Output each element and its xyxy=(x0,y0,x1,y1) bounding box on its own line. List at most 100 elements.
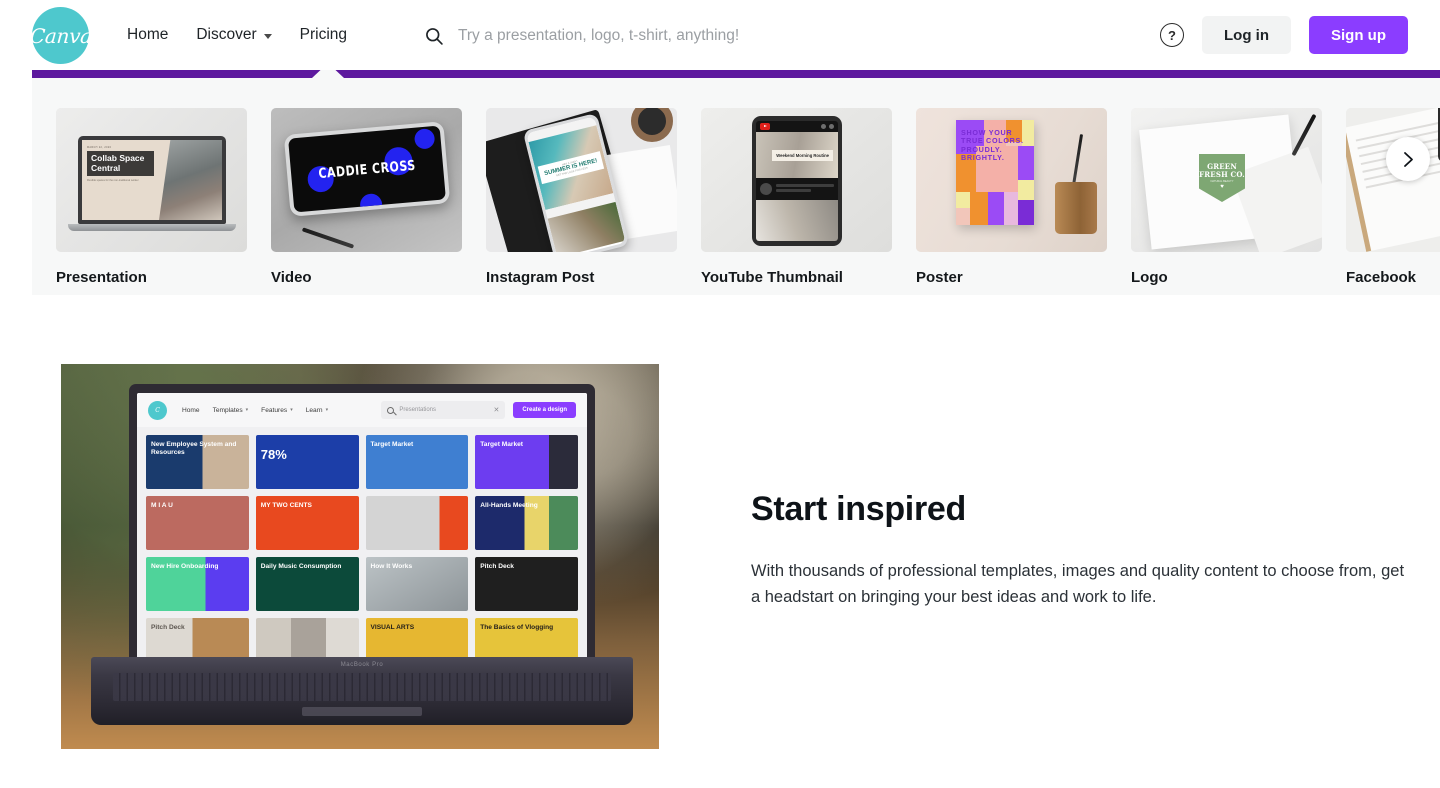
card-thumbnail: HEY A / HEY! SUMMER IS HERE! GET THE LOO… xyxy=(486,108,677,252)
template-tile: Pitch Deck xyxy=(475,557,578,611)
login-button[interactable]: Log in xyxy=(1202,16,1291,54)
hero-image-block: C Home Templates ▾ Features ▾ Learn ▾ Prese… xyxy=(32,347,688,772)
nav-item-discover[interactable]: Discover xyxy=(182,18,285,52)
template-tile: Target Market xyxy=(365,435,469,489)
artwork-sub: NATURAL BEAUTY xyxy=(1210,180,1234,183)
deco-dots xyxy=(821,124,834,129)
artwork-title: SHOW YOUR TRUE COLORS. PROUDLY. BRIGHTLY… xyxy=(961,128,1024,163)
card-thumbnail: GREEN FRESH CO. NATURAL BEAUTY ♥ xyxy=(1131,108,1322,252)
carousel-card-presentation[interactable]: MARCH 22, 2020 Collab Space Central Flex… xyxy=(56,108,247,286)
main-nav: Home Discover Pricing xyxy=(113,0,361,70)
watch-prop xyxy=(631,108,673,142)
template-tile: New Hire Onboarding xyxy=(146,557,249,611)
card-label: Instagram Post xyxy=(486,269,595,286)
app-nav-item-templates: Templates ▾ xyxy=(212,406,249,414)
app-nav-item-learn: Learn ▾ xyxy=(305,406,329,414)
laptop-lid: C Home Templates ▾ Features ▾ Learn ▾ Prese… xyxy=(129,384,595,659)
canva-logo-icon[interactable]: Canva xyxy=(29,7,92,64)
artwork-title: Weekend Morning Routine xyxy=(776,152,829,158)
hero-title: Start inspired xyxy=(751,490,966,528)
nav-item-pricing[interactable]: Pricing xyxy=(286,18,361,52)
nav-item-home-label: Home xyxy=(127,26,169,43)
template-tile: MY TWO CENTS xyxy=(255,496,359,550)
help-icon-glyph: ? xyxy=(1168,27,1176,43)
card-label: Poster xyxy=(916,269,963,286)
device-label: MacBook Pro xyxy=(340,662,384,668)
app-header: C Home Templates ▾ Features ▾ Learn ▾ Prese… xyxy=(137,393,587,427)
template-type-carousel: MARCH 22, 2020 Collab Space Central Flex… xyxy=(32,78,1440,295)
template-tile: Target Market xyxy=(475,435,578,489)
card-label: Presentation xyxy=(56,269,147,286)
nav-item-discover-label: Discover xyxy=(196,26,257,43)
template-tile: All-Hands Meeting xyxy=(475,496,578,550)
heart-icon: ♥ xyxy=(1220,184,1224,190)
template-tile: Pitch Deck xyxy=(146,618,249,659)
card-thumbnail: SHOW YOUR TRUE COLORS. PROUDLY. BRIGHTLY… xyxy=(916,108,1107,252)
template-tile: 78% xyxy=(255,435,359,489)
template-tile: M I A U xyxy=(146,496,249,550)
presentation-artwork: MARCH 22, 2020 Collab Space Central Flex… xyxy=(56,108,247,252)
youtube-artwork: Weekend Morning Routine xyxy=(701,108,892,252)
pen-holder-prop xyxy=(1055,182,1097,234)
template-tile xyxy=(365,496,469,550)
artwork-photo xyxy=(159,140,222,220)
card-label: Facebook xyxy=(1346,269,1417,286)
carousel-card-instagram-post[interactable]: HEY A / HEY! SUMMER IS HERE! GET THE LOO… xyxy=(486,108,677,286)
laptop-screen: C Home Templates ▾ Features ▾ Learn ▾ Prese… xyxy=(137,393,587,659)
card-label: Logo xyxy=(1131,269,1168,286)
artwork-kicker: MARCH 22, 2020 xyxy=(87,146,112,149)
card-thumbnail: CADDIE CROSS xyxy=(271,108,462,252)
hero-body: With thousands of professional templates… xyxy=(751,562,1405,606)
artwork-title: GREEN FRESH CO. xyxy=(1199,162,1245,179)
template-grid: New Employee System and Resources 78% Ta… xyxy=(137,427,587,659)
deco-dot xyxy=(359,192,384,213)
signup-button[interactable]: Sign up xyxy=(1309,16,1408,54)
template-tile: How It Works xyxy=(365,557,469,611)
header-actions: ? Log in Sign up xyxy=(1160,16,1408,54)
search-bar[interactable] xyxy=(424,20,984,52)
search-icon xyxy=(426,28,443,45)
carousel-card-poster[interactable]: SHOW YOUR TRUE COLORS. PROUDLY. BRIGHTLY… xyxy=(916,108,1107,286)
card-label: Video xyxy=(271,269,312,286)
artwork-sub: Flexible spaces for the non-traditional … xyxy=(87,179,139,183)
chevron-down-icon: ▾ xyxy=(325,407,329,413)
carousel-card-facebook[interactable]: Facebook xyxy=(1346,108,1440,286)
carousel-card-youtube-thumbnail[interactable]: Weekend Morning Routine YouTube Thumbnai… xyxy=(701,108,892,286)
app-nav: Home Templates ▾ Features ▾ Learn ▾ xyxy=(182,407,328,414)
template-tile: VISUAL ARTS xyxy=(365,618,469,659)
template-tile: Daily Music Consumption xyxy=(255,557,359,611)
artwork-title: CADDIE CROSS xyxy=(317,156,417,182)
search-input[interactable] xyxy=(458,27,958,45)
youtube-icon xyxy=(760,123,770,130)
carousel-card-video[interactable]: CADDIE CROSS Video xyxy=(271,108,462,286)
nav-item-pricing-label: Pricing xyxy=(299,26,348,43)
template-tile xyxy=(255,618,359,659)
app-search-field: Presentations ✕ xyxy=(381,401,506,419)
chevron-down-icon: ▾ xyxy=(245,407,249,413)
hero-photo: C Home Templates ▾ Features ▾ Learn ▾ Prese… xyxy=(61,364,659,749)
hero-copy: Start inspired With thousands of profess… xyxy=(751,490,1411,610)
card-thumbnail: Weekend Morning Routine xyxy=(701,108,892,252)
carousel-next-button[interactable] xyxy=(1386,137,1430,181)
laptop-base xyxy=(68,224,236,231)
card-thumbnail xyxy=(1346,108,1440,252)
help-icon[interactable]: ? xyxy=(1160,23,1184,47)
template-tile: New Employee System and Resources xyxy=(146,435,249,489)
artwork-title: Collab Space Central xyxy=(87,151,154,177)
deco-dot xyxy=(413,128,436,150)
logo-artwork: GREEN FRESH CO. NATURAL BEAUTY ♥ xyxy=(1131,108,1322,252)
chevron-down-icon: ▾ xyxy=(290,407,293,413)
create-a-design-button: Create a design xyxy=(513,402,576,418)
canva-logo-text: Canva xyxy=(28,23,93,48)
close-icon: ✕ xyxy=(493,407,500,414)
nav-item-home[interactable]: Home xyxy=(113,18,182,52)
facebook-artwork xyxy=(1346,108,1440,252)
chevron-right-icon xyxy=(1403,151,1413,167)
site-header: Canva Home Discover Pricing ? Log in Sig… xyxy=(0,0,1440,70)
app-nav-item-features: Features ▾ xyxy=(261,406,293,414)
carousel-card-logo[interactable]: GREEN FRESH CO. NATURAL BEAUTY ♥ Logo xyxy=(1131,108,1322,286)
canva-logo-icon: C xyxy=(148,400,167,420)
app-nav-item-home: Home xyxy=(182,406,200,414)
pen-prop xyxy=(301,227,355,249)
laptop-base: MacBook Pro xyxy=(91,657,633,725)
